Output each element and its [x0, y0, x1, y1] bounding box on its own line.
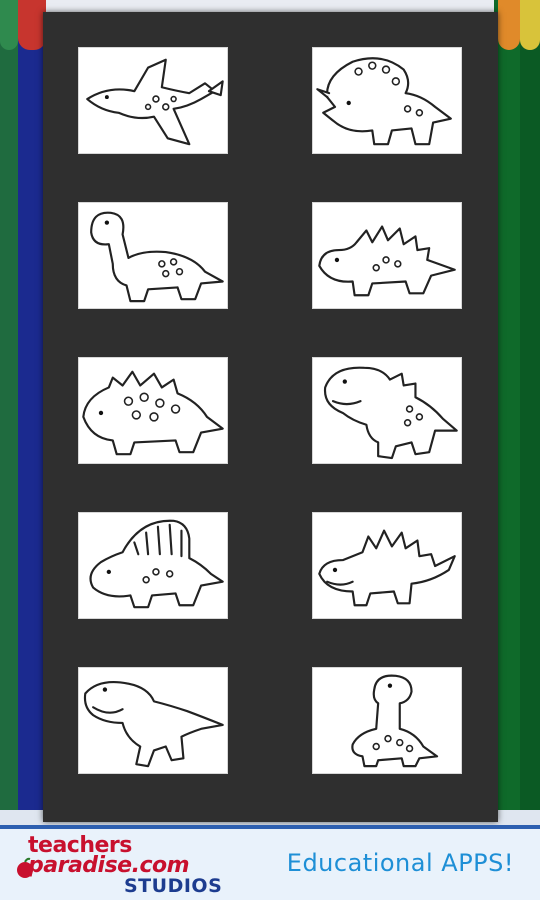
thumb-t-rex[interactable]: [312, 357, 462, 464]
banner-tagline: Educational APPS!: [286, 849, 514, 877]
thumb-raptor[interactable]: [78, 667, 228, 774]
thumb-brachiosaurus[interactable]: [312, 667, 462, 774]
thumb-dimetrodon[interactable]: [78, 512, 228, 619]
thumb-ankylosaurus[interactable]: [78, 357, 228, 464]
logo-line-3: STUDIOS: [124, 875, 223, 897]
thumb-pterodactyl[interactable]: [78, 47, 228, 154]
thumb-stegosaurus[interactable]: [312, 202, 462, 309]
coloring-page-picker: [43, 12, 498, 822]
teachers-paradise-logo[interactable]: teachers paradise.com STUDIOS: [14, 833, 234, 897]
thumb-stegosaurus-2[interactable]: [312, 512, 462, 619]
pencil-orange: [498, 0, 520, 50]
ad-banner[interactable]: teachers paradise.com STUDIOS Educationa…: [0, 825, 540, 900]
pencil-yellow: [520, 0, 540, 50]
pencil-red: [18, 0, 46, 50]
thumb-triceratops[interactable]: [312, 47, 462, 154]
pencil-green: [0, 0, 18, 50]
thumb-brontosaurus[interactable]: [78, 202, 228, 309]
